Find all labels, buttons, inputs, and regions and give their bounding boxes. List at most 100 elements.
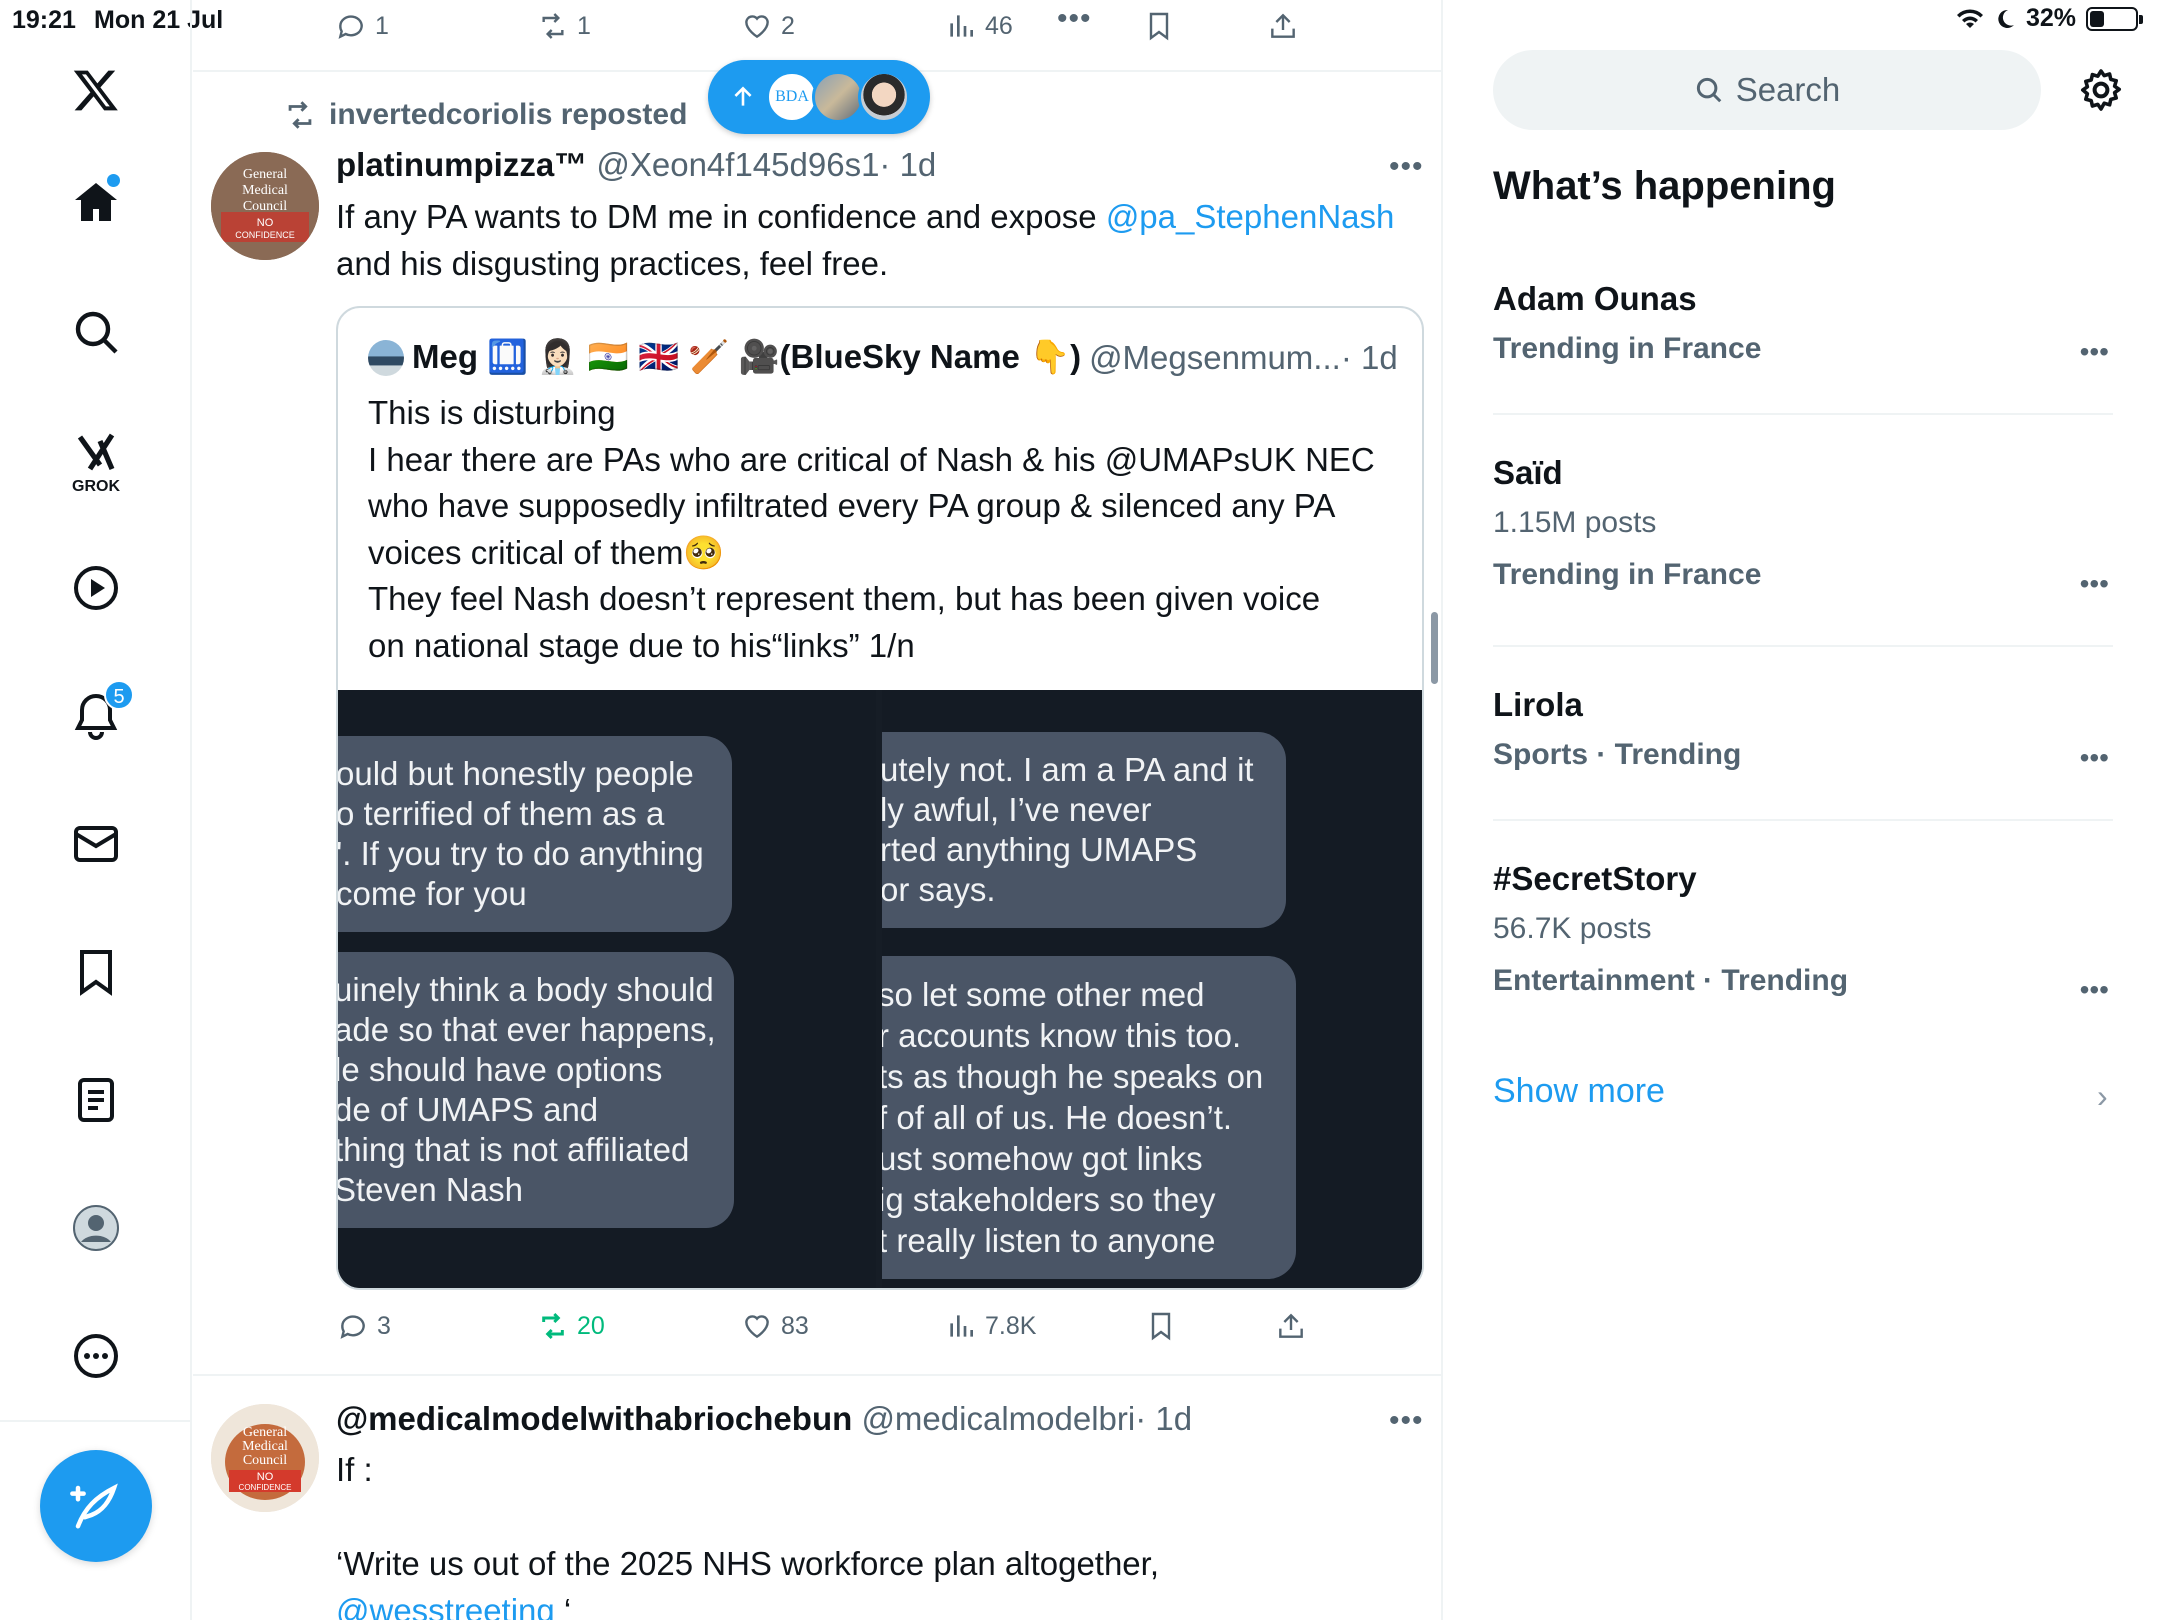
bookmark-icon [1151, 1312, 1171, 1341]
author-name[interactable]: Meg 🛄 👩🏻‍⚕️ 🇮🇳 🇬🇧 🏏 🎥(BlueSky Name 👇) [412, 338, 1081, 377]
bell-icon[interactable]: 5 [56, 676, 136, 756]
quote-line: This is disturbing [368, 394, 616, 431]
author-handle[interactable]: @Xeon4f145d96s1 [596, 146, 879, 183]
bubble-line: r accounts know this too. [882, 1017, 1242, 1054]
trend-item[interactable]: #SecretStory 56.7K posts Entertainment ·… [1493, 860, 2113, 1005]
show-more-link[interactable]: Show more [1493, 1072, 1665, 1111]
more-circle-icon[interactable] [56, 1316, 136, 1396]
video-icon[interactable] [56, 548, 136, 628]
bubble-line: uinely think a body should [338, 971, 714, 1008]
tweet-actions: 3 20 83 7.8K [193, 1306, 1441, 1356]
tweet-more-icon[interactable]: ••• [1389, 150, 1424, 184]
trend-item[interactable]: Saïd 1.15M posts Trending in France ••• [1493, 454, 2113, 599]
gear-icon[interactable] [2077, 66, 2125, 114]
trend-more-icon[interactable]: ••• [2080, 336, 2109, 368]
bubble-line: ig stakeholders so they [882, 1181, 1216, 1218]
media-image-right[interactable]: utely not. I am a PA and it ly awful, I’… [882, 690, 1422, 1288]
tweet-more-icon[interactable]: ••• [1389, 1404, 1424, 1438]
bubble-line: rted anything UMAPS [882, 831, 1198, 868]
repost-button[interactable]: 1 [537, 10, 591, 42]
trend-item[interactable]: Lirola Sports · Trending ••• [1493, 686, 2113, 774]
trend-name: Adam Ounas [1493, 280, 1697, 317]
avatar-text: NO [257, 1471, 274, 1483]
tweet-time[interactable]: · 1d [1341, 339, 1398, 377]
home-icon[interactable] [56, 162, 136, 242]
search-input[interactable]: Search [1493, 50, 2041, 130]
reply-button[interactable]: 1 [335, 10, 389, 42]
share-button[interactable] [1267, 10, 1299, 42]
bookmark-button[interactable] [1145, 1310, 1177, 1342]
chevron-right-icon[interactable]: › [2097, 1078, 2108, 1115]
list-icon[interactable] [56, 1060, 136, 1140]
views-button[interactable]: 46 [945, 10, 1013, 42]
bubble-line: so let some other med [882, 976, 1205, 1013]
author-name[interactable]: platinumpizza™ [336, 146, 587, 183]
trend-item[interactable]: Adam Ounas Trending in France ••• [1493, 280, 2113, 368]
tweet-header: platinumpizza™ @Xeon4f145d96s1· 1d [336, 146, 936, 184]
trend-more-icon[interactable]: ••• [2080, 568, 2109, 600]
more-options-icon[interactable]: ••• [1057, 2, 1092, 36]
bubble-line: de of UMAPS and [338, 1091, 599, 1128]
avatar-text: Medical [242, 1439, 288, 1454]
bookmark-button[interactable] [1143, 10, 1175, 42]
bubble-line: or says. [882, 871, 996, 908]
tweet-time[interactable]: · 1d [879, 146, 936, 183]
bubble-line: come for you [338, 875, 527, 912]
bubble-line: ust somehow got links [882, 1140, 1203, 1177]
mention-link[interactable]: @wesstreeting [336, 1592, 555, 1620]
repost-button[interactable]: 20 [537, 1310, 605, 1342]
like-button[interactable]: 2 [741, 10, 795, 42]
mention-link[interactable]: @pa_StephenNash [1106, 198, 1395, 235]
timeline[interactable]: 1 1 2 46 ••• BDA invertedcoriolis repost… [193, 0, 1443, 1620]
new-posts-pill[interactable]: BDA [708, 60, 930, 134]
x-logo-icon[interactable] [56, 50, 136, 130]
quote-line: They feel Nash doesn’t represent them, b… [368, 580, 1321, 617]
media-image-left[interactable]: ould but honestly people o terrified of … [338, 690, 876, 1288]
mail-icon[interactable] [56, 804, 136, 884]
tweet-text-part: If any PA wants to DM me in confidence a… [336, 198, 1106, 235]
avatar-text: Medical [242, 183, 288, 198]
like-count: 83 [781, 1311, 809, 1340]
prev-tweet-actions: 1 1 2 46 ••• [193, 2, 1441, 54]
quote-line: I hear there are PAs who are critical of… [368, 440, 1375, 478]
share-icon [1271, 13, 1295, 38]
author-handle[interactable]: @Megsenmum... [1089, 339, 1341, 377]
author-handle[interactable]: @medicalmodelbri [861, 1400, 1135, 1437]
trend-context: Trending in France [1493, 332, 1762, 365]
avatar[interactable]: General Medical Council NO CONFIDENCE [211, 152, 319, 260]
grok-icon[interactable]: GROK [56, 420, 136, 500]
reply-button[interactable]: 3 [337, 1310, 391, 1342]
avatar-text: Council [243, 199, 287, 214]
quote-line: who have supposedly infiltrated every PA… [368, 487, 1336, 524]
quoted-tweet[interactable]: Meg 🛄 👩🏻‍⚕️ 🇮🇳 🇬🇧 🏏 🎥(BlueSky Name 👇) @M… [336, 306, 1424, 1290]
bookmark-icon[interactable] [56, 932, 136, 1012]
avatar-text: General [243, 1425, 287, 1440]
avatar[interactable] [368, 339, 404, 376]
tweet-time[interactable]: · 1d [1135, 1400, 1192, 1437]
scrollbar-thumb[interactable] [1431, 612, 1438, 684]
bubble-line: ould but honestly people [338, 755, 694, 792]
avatar-text: CONFIDENCE [235, 230, 295, 240]
repost-count: 20 [577, 1311, 605, 1340]
quoted-tweet-header: Meg 🛄 👩🏻‍⚕️ 🇮🇳 🇬🇧 🏏 🎥(BlueSky Name 👇) @M… [368, 338, 1398, 377]
trend-more-icon[interactable]: ••• [2080, 742, 2109, 774]
trend-more-icon[interactable]: ••• [2080, 974, 2109, 1006]
quote-line: on national stage due to his“links” 1/n [368, 626, 915, 664]
profile-icon[interactable] [56, 1188, 136, 1268]
trend-name: Lirola [1493, 686, 1583, 723]
search-icon [1696, 77, 1722, 103]
avatar [812, 71, 864, 123]
trend-context: Sports · Trending [1493, 738, 1742, 771]
compose-button[interactable] [40, 1450, 152, 1562]
like-button[interactable]: 83 [741, 1310, 809, 1342]
share-button[interactable] [1275, 1310, 1307, 1342]
search-icon[interactable] [56, 292, 136, 372]
avatar[interactable]: General Medical Council NO CONFIDENCE [211, 1404, 319, 1512]
avatar-text: CONFIDENCE [239, 1483, 292, 1492]
trend-divider [1493, 645, 2113, 647]
quoted-media: ould but honestly people o terrified of … [338, 690, 1422, 1288]
nav-divider [0, 1420, 192, 1422]
author-name[interactable]: @medicalmodelwithabriochebun [336, 1400, 852, 1437]
views-count: 46 [985, 11, 1013, 40]
views-button[interactable]: 7.8K [945, 1310, 1036, 1342]
